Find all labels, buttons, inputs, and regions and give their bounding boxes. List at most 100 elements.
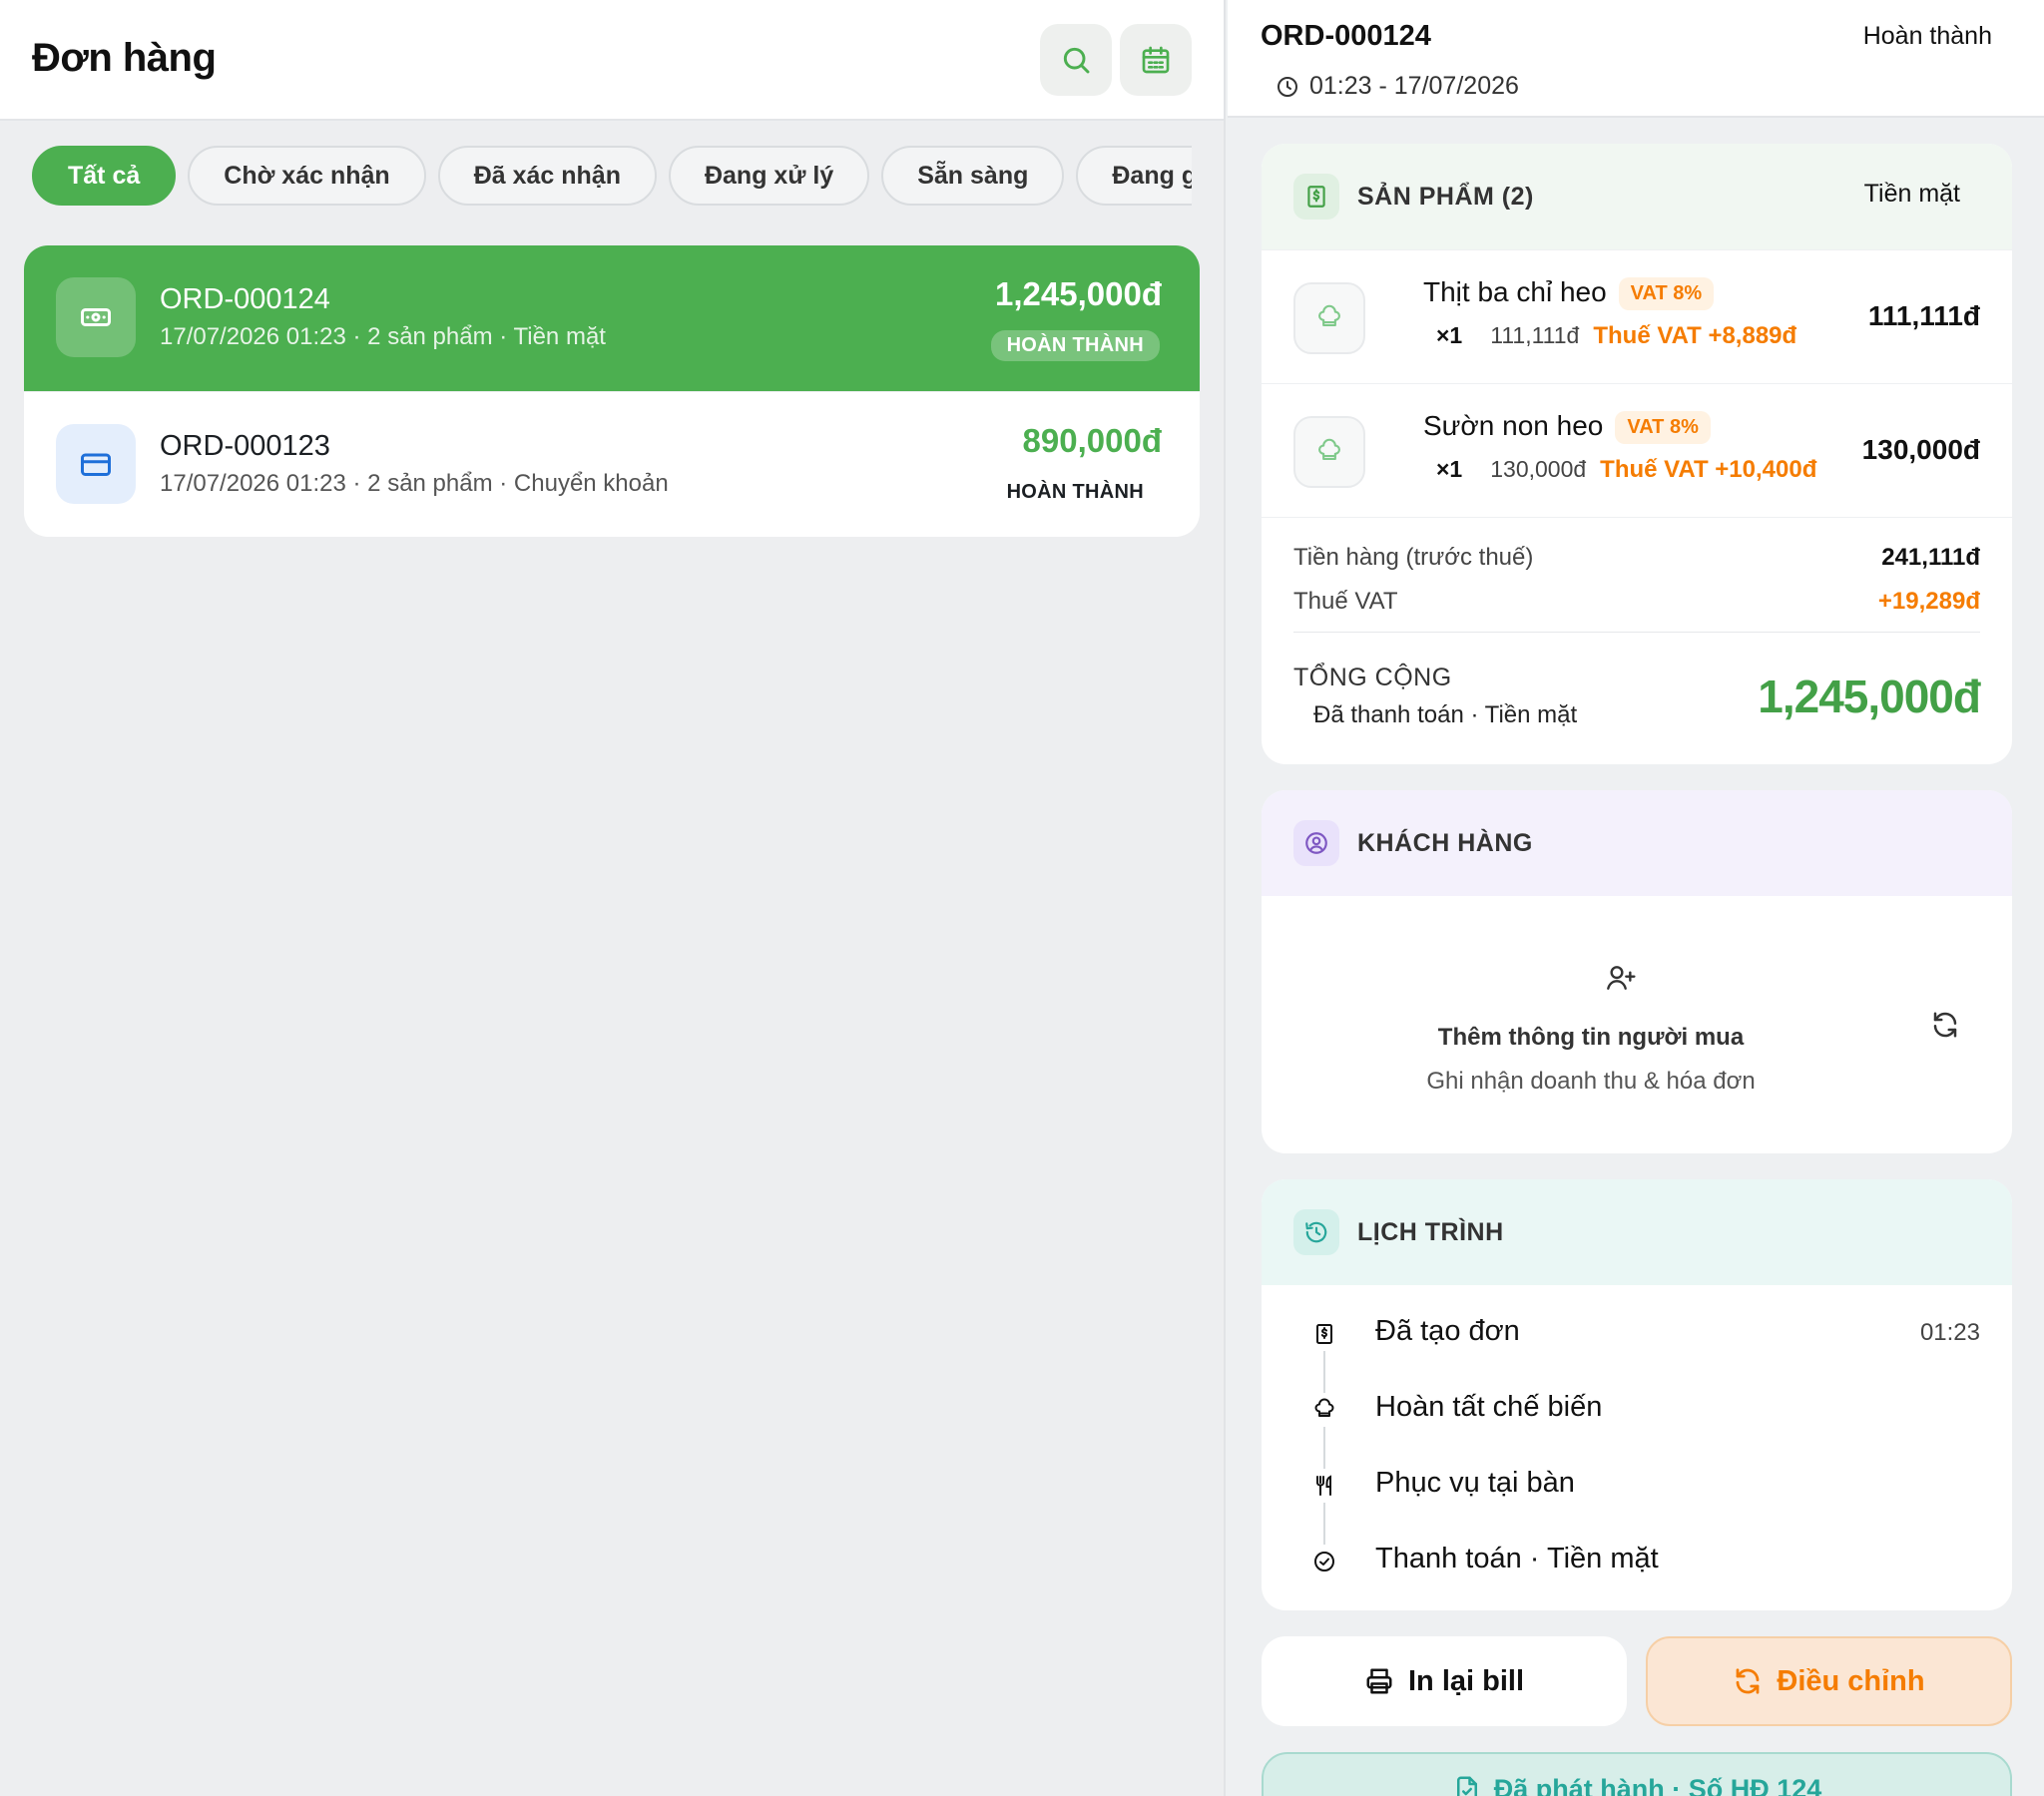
- filter-chip-ready[interactable]: Sẵn sàng: [881, 146, 1065, 206]
- product-total: 130,000đ: [1861, 434, 1980, 465]
- page-title: Đơn hàng: [32, 36, 217, 80]
- product-total: 111,111đ: [1867, 300, 1980, 331]
- search-button[interactable]: [1040, 24, 1112, 96]
- add-customer-subtitle: Ghi nhận doanh thu & hóa đơn: [1426, 1068, 1756, 1095]
- product-tax: Thuế VAT +8,889đ: [1593, 322, 1797, 349]
- product-row: Sườn non heo VAT 8% ×1 130,000đ Thuế VAT +1…: [1262, 383, 2012, 517]
- history-icon: [1293, 1209, 1339, 1255]
- detail-datetime-text: 01:23 - 17/07/2026: [1309, 72, 1519, 100]
- order-status-badge: HOÀN THÀNH: [990, 330, 1160, 361]
- subtotal-label: Tiền hàng (trước thuế): [1293, 544, 1534, 571]
- calendar-icon: [1140, 44, 1172, 76]
- customer-title: KHÁCH HÀNG: [1357, 828, 1533, 857]
- order-meta: 17/07/2026 01:23 · 2 sản phẩm · Tiền mặt: [160, 323, 606, 350]
- detail-header: ORD-000124 Hoàn thành 01:23 - 17/07/2026: [1228, 0, 2044, 118]
- receipt-icon: [1293, 174, 1339, 220]
- user-plus-icon[interactable]: [1605, 962, 1637, 994]
- detail-order-id: ORD-000124: [1261, 20, 1431, 52]
- order-list: ORD-000124 17/07/2026 01:23 · 2 sản phẩm…: [24, 245, 1200, 537]
- filter-chip-delivering[interactable]: Đang gia: [1076, 146, 1192, 206]
- product-sub: ×1 130,000đ Thuế VAT +10,400đ: [1436, 456, 1816, 484]
- timeline-card-header: LỊCH TRÌNH: [1262, 1179, 2012, 1285]
- vat-label: Thuế VAT: [1293, 588, 1398, 615]
- customer-card: KHÁCH HÀNG Thêm thông tin người mua Ghi …: [1262, 790, 2012, 1153]
- invoice-issued-bar[interactable]: Đã phát hành · Số HĐ 124: [1262, 1752, 2012, 1796]
- chef-hat-icon: [1293, 282, 1365, 354]
- timeline-item: Thanh toán · Tiền mặt: [1262, 1541, 2012, 1580]
- adjust-button[interactable]: Điều chỉnh: [1646, 1636, 2012, 1726]
- order-detail-panel: ORD-000124 Hoàn thành 01:23 - 17/07/2026…: [1228, 0, 2044, 1796]
- timeline-item: Hoàn tất chế biến: [1262, 1389, 2012, 1429]
- status-filter-bar: Tất cả Chờ xác nhận Đã xác nhận Đang xử lý S…: [32, 146, 1192, 208]
- utensils-icon: [1307, 1469, 1341, 1503]
- product-name-text: Sườn non heo: [1423, 410, 1604, 441]
- timeline-label: Hoàn tất chế biến: [1375, 1391, 1603, 1423]
- receipt-icon: [1307, 1317, 1341, 1351]
- chef-hat-icon: [1293, 416, 1365, 488]
- file-check-icon: [1452, 1774, 1482, 1796]
- product-name: Thịt ba chỉ heo VAT 8%: [1423, 276, 1715, 311]
- order-amount: 1,245,000đ: [995, 275, 1162, 312]
- product-row: Thịt ba chỉ heo VAT 8% ×1 111,111đ Thuế VAT…: [1262, 249, 2012, 383]
- chef-hat-icon: [1307, 1393, 1341, 1427]
- timeline-label: Đã tạo đơn: [1375, 1315, 1520, 1347]
- filter-chip-all[interactable]: Tất cả: [32, 146, 177, 206]
- products-card: SẢN PHẨM (2) Tiền mặt Thịt ba chỉ heo VAT…: [1262, 144, 2012, 764]
- filter-chip-processing[interactable]: Đang xử lý: [668, 146, 870, 206]
- filter-chip-pending[interactable]: Chờ xác nhận: [188, 146, 426, 206]
- summary-divider: [1293, 632, 1980, 633]
- subtotal-row: Tiền hàng (trước thuế) 241,111đ: [1293, 544, 1980, 572]
- product-qty: ×1: [1436, 322, 1463, 348]
- orders-header: Đơn hàng: [0, 0, 1224, 121]
- grand-total: 1,245,000đ: [1758, 671, 1981, 722]
- vat-badge: VAT 8%: [1618, 277, 1715, 311]
- product-name: Sườn non heo VAT 8%: [1423, 410, 1711, 445]
- order-card-selected[interactable]: ORD-000124 17/07/2026 01:23 · 2 sản phẩm…: [24, 245, 1200, 391]
- refresh-icon[interactable]: [1930, 1010, 1960, 1040]
- order-meta: 17/07/2026 01:23 · 2 sản phẩm · Chuyển k…: [160, 470, 669, 497]
- product-unit-price: 130,000đ: [1490, 456, 1587, 482]
- timeline-time: 01:23: [1919, 1319, 1980, 1346]
- invoice-issued-label: Đã phát hành · Số HĐ 124: [1493, 1774, 1822, 1796]
- timeline-item: Phục vụ tại bàn: [1262, 1465, 2012, 1505]
- order-status-badge: HOÀN THÀNH: [1006, 481, 1144, 503]
- timeline-item: Đã tạo đơn 01:23: [1262, 1313, 2012, 1353]
- customer-card-header: KHÁCH HÀNG: [1262, 790, 2012, 896]
- timeline-card: LỊCH TRÌNH Đã tạo đơn 01:23 Hoàn tất chế…: [1262, 1179, 2012, 1610]
- products-title: SẢN PHẨM (2): [1357, 182, 1534, 211]
- card-icon: [56, 424, 136, 504]
- detail-status: Hoàn thành: [1862, 22, 1992, 50]
- product-unit-price: 111,111đ: [1490, 322, 1580, 348]
- total-payment-note: Đã thanh toán · Tiền mặt: [1313, 701, 1578, 728]
- timeline-title: LỊCH TRÌNH: [1357, 1217, 1504, 1246]
- search-icon: [1060, 44, 1092, 76]
- timeline-label: Phục vụ tại bàn: [1375, 1467, 1575, 1499]
- clock-icon: [1276, 75, 1299, 99]
- calendar-button[interactable]: [1120, 24, 1192, 96]
- add-customer-title[interactable]: Thêm thông tin người mua: [1262, 1024, 1920, 1052]
- product-qty: ×1: [1436, 456, 1463, 482]
- printer-icon: [1364, 1666, 1394, 1696]
- payment-method: Tiền mặt: [1863, 180, 1960, 208]
- order-summary: Tiền hàng (trước thuế) 241,111đ Thuế VAT…: [1262, 517, 2012, 762]
- vat-row: Thuế VAT +19,289đ: [1293, 588, 1980, 616]
- vat-badge: VAT 8%: [1615, 411, 1711, 445]
- timeline-connector: [1323, 1333, 1325, 1549]
- detail-datetime: 01:23 - 17/07/2026: [1276, 72, 1519, 101]
- adjust-label: Điều chỉnh: [1777, 1664, 1925, 1697]
- orders-panel: Đơn hàng Tất cả Chờ xác nhận Đã xác nhận Đa…: [0, 0, 1226, 1796]
- order-id: ORD-000123: [160, 430, 330, 462]
- cash-icon: [56, 277, 136, 357]
- reprint-bill-button[interactable]: In lại bill: [1262, 1636, 1627, 1726]
- subtotal-value: 241,111đ: [1881, 544, 1980, 571]
- vat-value: +19,289đ: [1877, 588, 1980, 615]
- order-card[interactable]: ORD-000123 17/07/2026 01:23 · 2 sản phẩm…: [24, 391, 1200, 537]
- order-amount: 890,000đ: [1022, 422, 1162, 459]
- product-name-text: Thịt ba chỉ heo: [1423, 276, 1607, 307]
- product-tax: Thuế VAT +10,400đ: [1600, 456, 1817, 483]
- refresh-icon: [1733, 1666, 1763, 1696]
- order-id: ORD-000124: [160, 283, 330, 315]
- timeline-label: Thanh toán · Tiền mặt: [1375, 1543, 1659, 1574]
- filter-chip-confirmed[interactable]: Đã xác nhận: [437, 146, 657, 206]
- user-circle-icon: [1293, 820, 1339, 866]
